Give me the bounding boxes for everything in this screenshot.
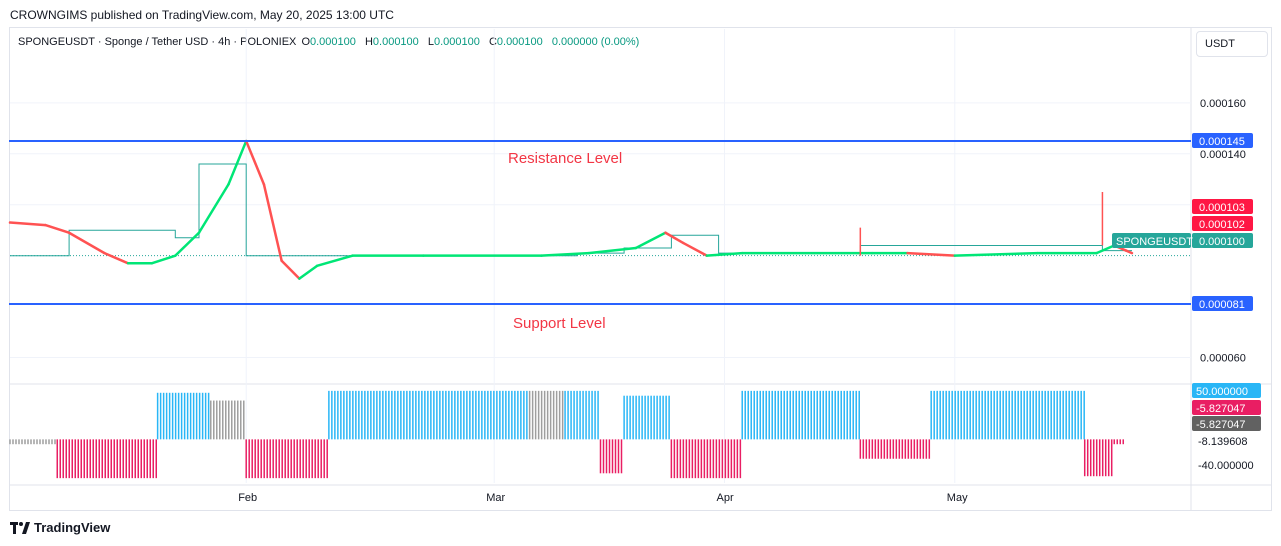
- symbol-tag-label: SPONGEUSDT: [1116, 236, 1193, 248]
- level-annotation: Support Level: [513, 315, 606, 332]
- price-series-segment: [197, 183, 230, 234]
- tradingview-brand: TradingView: [34, 520, 111, 535]
- tradingview-logo[interactable]: TradingView: [10, 520, 110, 535]
- price-series-segment: [664, 231, 685, 245]
- time-tick-label: May: [947, 492, 968, 504]
- price-series-segment: [315, 254, 354, 268]
- price-tag-label: 0.000100: [1199, 236, 1245, 248]
- price-series-segment: [953, 251, 1039, 257]
- price-series-segment: [103, 251, 130, 265]
- chart-canvas[interactable]: 0.0001600.0001400.0001200.000060FebMarAp…: [0, 0, 1281, 546]
- price-series-segment: [1095, 244, 1116, 255]
- level-annotation: Resistance Level: [508, 150, 622, 167]
- price-tag-label: 0.000103: [1199, 202, 1245, 214]
- price-series-segment: [244, 139, 266, 186]
- oscillator-tick-label: -40.000000: [1198, 460, 1254, 472]
- price-tick-label: 0.000140: [1200, 149, 1246, 161]
- price-series-segment: [8, 221, 47, 227]
- level-price-tag-label: 0.000081: [1199, 299, 1245, 311]
- price-tick-label: 0.000060: [1200, 353, 1246, 365]
- price-series-segment: [67, 231, 106, 255]
- time-tick-label: Feb: [238, 492, 257, 504]
- price-series-segment: [150, 254, 177, 265]
- time-tick-label: Mar: [486, 492, 505, 504]
- oscillator-tick-label: -8.139608: [1198, 436, 1248, 448]
- price-series-segment: [906, 251, 957, 257]
- price-series-segment: [227, 139, 248, 186]
- time-tick-label: Apr: [717, 492, 734, 504]
- oscillator-tag-label: -5.827047: [1196, 403, 1246, 415]
- price-series-segment: [540, 251, 590, 257]
- oscillator-tag-label: 50.000000: [1196, 386, 1248, 398]
- price-series-segment: [280, 259, 301, 280]
- price-series-segment: [174, 231, 201, 257]
- oscillator-tag-label: -5.827047: [1196, 419, 1246, 431]
- price-series-segment: [587, 246, 638, 255]
- price-tag-label: 0.000102: [1199, 219, 1245, 231]
- step-series-line: [10, 163, 1132, 257]
- price-series-segment: [44, 223, 71, 234]
- tradingview-logo-icon: [10, 521, 30, 534]
- price-series-segment: [681, 241, 709, 257]
- level-price-tag-label: 0.000145: [1199, 136, 1245, 148]
- price-series-segment: [298, 264, 319, 280]
- price-tick-label: 0.000160: [1200, 98, 1246, 110]
- price-series-segment: [262, 183, 283, 262]
- price-series-segment: [634, 231, 667, 250]
